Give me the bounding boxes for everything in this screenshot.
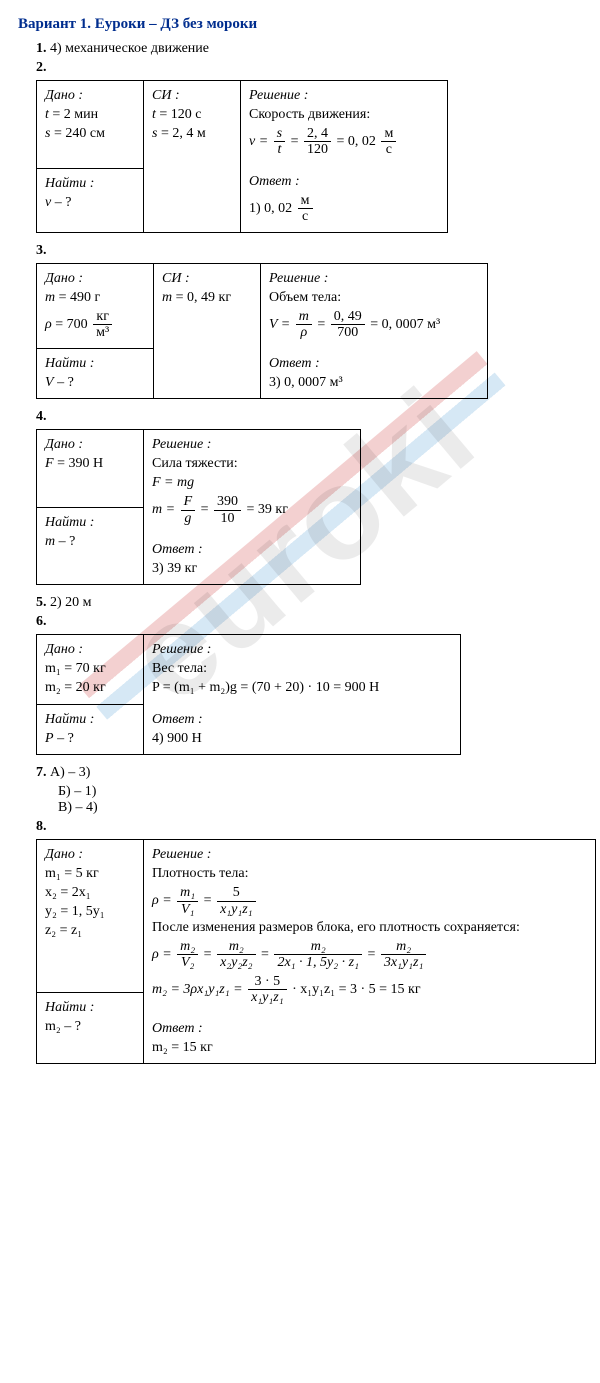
q5: 5. 2) 20 м (36, 595, 582, 611)
q2-find-cell: Найти : v – ? (37, 168, 144, 232)
q2-answer: 1) 0, 02 (249, 201, 292, 216)
q4-answer: 3) 39 кг (152, 561, 352, 577)
q2-sol-title: Скорость движения: (249, 107, 439, 123)
q4-find-cell: Найти : m – ? (37, 507, 144, 584)
q6-given-cell: Дано : m₁ = 70 кг m₂ = 20 кг (37, 635, 144, 705)
find-header: Найти : (45, 176, 135, 192)
q2-si-cell: СИ : t t = 120 с= 120 с s = 2, 4 м (144, 81, 241, 233)
q3-answer: 3) 0, 0007 м³ (269, 375, 479, 391)
q1-answer: 4) механическое движение (50, 41, 209, 56)
q8-find-cell: Найти : m₂ – ? (37, 993, 144, 1064)
solution-header: Решение : (249, 88, 439, 104)
q3-num: 3. (36, 243, 582, 259)
q7-c: В) – 4) (58, 800, 582, 816)
q7: 7. А) – 3) (36, 765, 582, 781)
given-header: Дано : (45, 88, 135, 104)
q4-given-cell: Дано : F = 390 Н (37, 430, 144, 507)
q3-table: Дано : m = 490 г ρ = 700 кгм³ СИ : m = 0… (36, 263, 488, 400)
q2-table: Дано : t t = 2 мин= 2 мин s = 240 см СИ … (36, 80, 448, 233)
q5-num: 5. (36, 595, 47, 610)
q4-num: 4. (36, 409, 582, 425)
q8-answer: m₂ = 15 кг (152, 1040, 587, 1056)
q3-find-cell: Найти : V – ? (37, 348, 154, 398)
q7-b: Б) – 1) (58, 784, 582, 800)
q6-num: 6. (36, 614, 582, 630)
q2-solution-cell: Решение : Скорость движения: v = st = 2,… (241, 81, 448, 233)
q1: 1. 4) механическое движение (36, 41, 582, 57)
q5-answer: 2) 20 м (50, 595, 92, 610)
q6-table: Дано : m₁ = 70 кг m₂ = 20 кг Решение : В… (36, 634, 461, 755)
q1-num: 1. (36, 41, 47, 56)
q2-eq-lhs: v = (249, 134, 268, 149)
q7-num: 7. (36, 765, 47, 780)
q3-si-cell: СИ : m = 0, 49 кг (154, 263, 261, 399)
si-header: СИ : (152, 88, 232, 104)
q2-num: 2. (36, 60, 582, 76)
page-title: Вариант 1. Еуроки – ДЗ без мороки (18, 16, 582, 33)
q8-solution-cell: Решение : Плотность тела: ρ = m₁V₁ = 5x₁… (144, 840, 596, 1064)
q2-given-cell: Дано : t t = 2 мин= 2 мин s = 240 см (37, 81, 144, 169)
q3-given-cell: Дано : m = 490 г ρ = 700 кгм³ (37, 263, 154, 348)
q6-find-cell: Найти : P – ? (37, 704, 144, 754)
q8-given-cell: Дано : m₁ = 5 кг x₂ = 2x₁ y₂ = 1, 5y₁ z₂… (37, 840, 144, 993)
q8-table: Дано : m₁ = 5 кг x₂ = 2x₁ y₂ = 1, 5y₁ z₂… (36, 839, 596, 1064)
q6-solution-cell: Решение : Вес тела: P = (m₁ + m₂)g = (70… (144, 635, 461, 755)
q7-a: А) – 3) (50, 765, 90, 780)
q4-table: Дано : F = 390 Н Решение : Сила тяжести:… (36, 429, 361, 585)
q4-solution-cell: Решение : Сила тяжести: F = mg m = Fg = … (144, 430, 361, 585)
q8-num: 8. (36, 819, 582, 835)
answer-header: Ответ : (249, 174, 439, 190)
q3-solution-cell: Решение : Объем тела: V = mρ = 0, 49700 … (261, 263, 488, 399)
q6-answer: 4) 900 Н (152, 731, 452, 747)
